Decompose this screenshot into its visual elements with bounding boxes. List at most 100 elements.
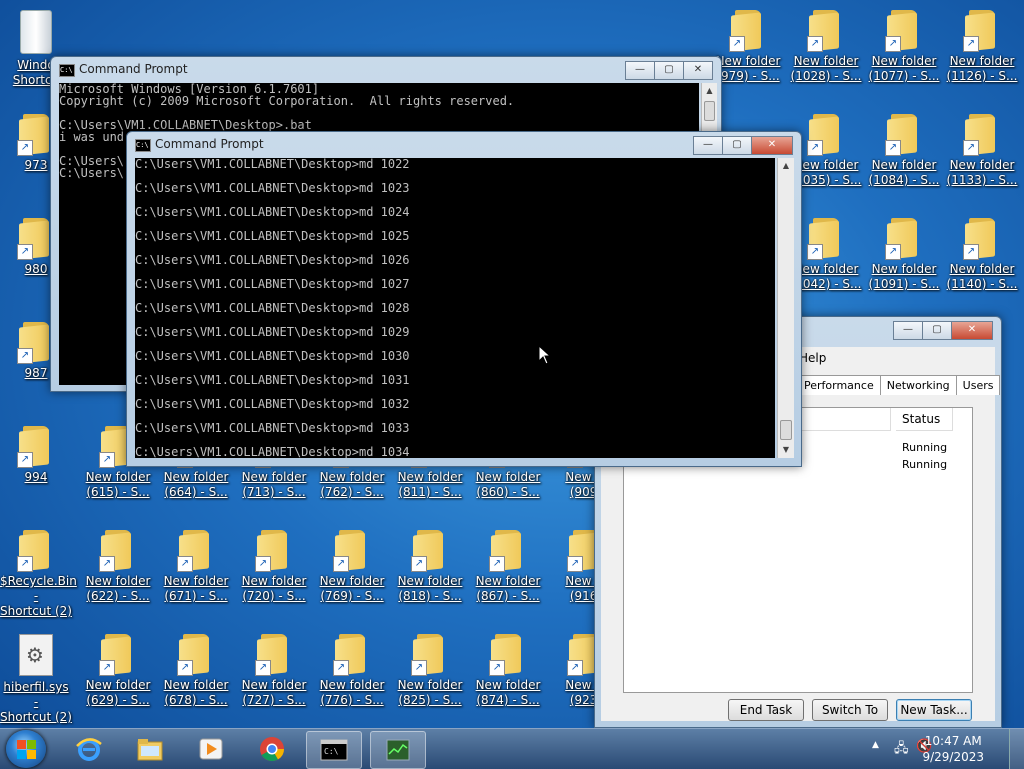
close-button[interactable]: ✕ xyxy=(751,136,793,155)
desktop-icon[interactable]: ↗ New folder (1126) - S... xyxy=(946,4,1018,104)
system-file-icon xyxy=(19,634,53,676)
folder-shortcut-icon: ↗ xyxy=(255,634,291,676)
desktop-icon[interactable]: ↗ New folder (979) - S... xyxy=(712,4,784,104)
desktop-icon[interactable]: ↗ New folder (818) - S... xyxy=(394,524,466,624)
console-line: C:\Users\VM1.COLLABNET\Desktop>.bat xyxy=(59,118,312,132)
folder-shortcut-icon: ↗ xyxy=(99,530,135,572)
desktop-icon[interactable]: ↗ New folder (1077) - S... xyxy=(868,4,940,104)
taskbar-command-prompt[interactable]: C:\ xyxy=(306,731,362,769)
chrome-icon xyxy=(260,737,284,762)
folder-shortcut-icon: ↗ xyxy=(177,530,213,572)
desktop-icon[interactable]: ↗ New folder (629) - S... xyxy=(82,628,154,728)
desktop-icon[interactable]: ↗ New folder (1133) - S... xyxy=(946,108,1018,208)
folder-shortcut-icon: ↗ xyxy=(729,10,765,52)
column-status[interactable]: Status xyxy=(896,408,953,431)
desktop-icon[interactable]: ↗ New folder (825) - S... xyxy=(394,628,466,728)
desktop-icon[interactable]: ↗ New folder (1091) - S... xyxy=(868,212,940,312)
scroll-up-icon[interactable]: ▲ xyxy=(778,158,794,174)
maximize-button[interactable]: ▢ xyxy=(654,61,684,80)
show-hidden-icons-icon[interactable]: ▲ xyxy=(872,740,879,750)
folder-shortcut-icon: ↗ xyxy=(333,530,369,572)
menu-help[interactable]: Help xyxy=(799,351,826,365)
clock-date: 9/29/2023 xyxy=(922,750,984,764)
desktop-icon-label: 994 xyxy=(24,470,48,484)
console-line: C:\Users\VM1.COLLABNET\Desktop>md 1033 xyxy=(135,421,410,435)
minimize-button[interactable]: — xyxy=(625,61,655,80)
desktop-icon[interactable]: hiberfil.sys - Shortcut (2) xyxy=(0,628,72,728)
status-cell: Running xyxy=(902,441,948,454)
desktop-icon-label: New folder (629) - S... xyxy=(85,678,151,707)
command-prompt-window-front[interactable]: C:\ Command Prompt — ▢ ✕ C:\Users\VM1.CO… xyxy=(126,131,802,467)
desktop-icon[interactable]: ↗ New folder (720) - S... xyxy=(238,524,310,624)
scroll-up-icon[interactable]: ▲ xyxy=(702,83,717,99)
desktop-icon[interactable]: ↗ New folder (1028) - S... xyxy=(790,4,862,104)
task-manager-icon xyxy=(386,739,410,761)
close-button[interactable]: ✕ xyxy=(951,321,993,340)
scroll-down-icon[interactable]: ▼ xyxy=(778,442,794,458)
taskbar-file-explorer[interactable] xyxy=(123,731,177,767)
new-task-button[interactable]: New Task... xyxy=(896,699,972,721)
tab-networking[interactable]: Networking xyxy=(879,375,957,395)
folder-shortcut-icon: ↗ xyxy=(99,634,135,676)
scroll-thumb[interactable] xyxy=(780,420,792,440)
desktop-icon[interactable]: ↗ New folder (622) - S... xyxy=(82,524,154,624)
command-prompt-titlebar[interactable]: C:\ Command Prompt — ▢ ✕ xyxy=(51,57,721,83)
folder-shortcut-icon: ↗ xyxy=(963,114,999,156)
desktop-icon[interactable]: ↗ 994 xyxy=(0,420,72,520)
taskbar: C:\ ▲ 🖧 🔇 10:47 AM 9/29/2023 xyxy=(0,728,1024,769)
desktop-icon[interactable]: ↗ New folder (671) - S... xyxy=(160,524,232,624)
end-task-button[interactable]: End Task xyxy=(728,699,804,721)
desktop-icon[interactable]: ↗ New folder (678) - S... xyxy=(160,628,232,728)
desktop-icon-label: New folder (1077) - S... xyxy=(868,54,940,83)
console-line: C:\Users\VM1.COLLABNET\Desktop>md 1034 xyxy=(135,445,410,458)
maximize-button[interactable]: ▢ xyxy=(922,321,952,340)
taskbar-task-manager[interactable] xyxy=(370,731,426,769)
command-prompt-titlebar[interactable]: C:\ Command Prompt — ▢ ✕ xyxy=(127,132,801,158)
scrollbar[interactable]: ▲ ▼ xyxy=(777,158,794,458)
desktop-icon-label: New folder (713) - S... xyxy=(241,470,307,499)
desktop-icon[interactable]: ↗ New folder (1140) - S... xyxy=(946,212,1018,312)
desktop-icon-label: New folder (1091) - S... xyxy=(868,262,940,291)
folder-icon xyxy=(137,739,163,761)
tab-users[interactable]: Users xyxy=(955,375,1001,395)
desktop-icon-label: New folder (1133) - S... xyxy=(946,158,1018,187)
scroll-thumb[interactable] xyxy=(704,101,715,121)
close-button[interactable]: ✕ xyxy=(683,61,713,80)
minimize-button[interactable]: — xyxy=(693,136,723,155)
switch-to-button[interactable]: Switch To xyxy=(812,699,888,721)
console-line: C:\Users\VM1.COLLABNET\Desktop>md 1032 xyxy=(135,397,410,411)
console-line: C:\Users\VM1.COLLABNET\Desktop>md 1024 xyxy=(135,205,410,219)
window-controls: — ▢ ✕ xyxy=(693,136,793,155)
show-desktop-button[interactable] xyxy=(1009,729,1024,769)
clock[interactable]: 10:47 AM 9/29/2023 xyxy=(922,733,984,765)
cmd-icon: C:\ xyxy=(59,64,75,77)
window-title: Command Prompt xyxy=(79,62,188,76)
window-controls: — ▢ ✕ xyxy=(625,61,713,80)
cmd-icon: C:\ xyxy=(135,139,151,152)
desktop-icon[interactable]: ↗ New folder (769) - S... xyxy=(316,524,388,624)
minimize-button[interactable]: — xyxy=(893,321,923,340)
tab-performance[interactable]: Performance xyxy=(797,375,881,395)
taskbar-internet-explorer[interactable] xyxy=(62,731,116,767)
console-output[interactable]: C:\Users\VM1.COLLABNET\Desktop>md 1022 C… xyxy=(135,158,775,458)
desktop-icon[interactable]: ↗ New folder (874) - S... xyxy=(472,628,544,728)
command-prompt-icon: C:\ xyxy=(320,739,348,761)
network-icon[interactable]: 🖧 xyxy=(894,739,909,761)
clock-time: 10:47 AM xyxy=(924,734,982,748)
desktop-icon[interactable]: ↗ New folder (867) - S... xyxy=(472,524,544,624)
desktop-icon[interactable]: ↗ New folder (1084) - S... xyxy=(868,108,940,208)
folder-shortcut-icon: ↗ xyxy=(177,634,213,676)
desktop-icon[interactable]: ↗ New folder (776) - S... xyxy=(316,628,388,728)
desktop-icon[interactable]: ↗ $Recycle.Bin - Shortcut (2) xyxy=(0,524,77,624)
console-line: C:\Users\VM1.COLLABNET\Desktop>md 1030 xyxy=(135,349,410,363)
folder-shortcut-icon: ↗ xyxy=(885,218,921,260)
folder-shortcut-icon: ↗ xyxy=(17,426,53,468)
taskbar-media-player[interactable] xyxy=(184,731,238,767)
start-button[interactable] xyxy=(6,730,46,768)
media-player-icon xyxy=(199,738,223,760)
desktop-icon[interactable]: ↗ New folder (727) - S... xyxy=(238,628,310,728)
console-line: Copyright (c) 2009 Microsoft Corporation… xyxy=(59,94,515,108)
folder-shortcut-icon: ↗ xyxy=(411,530,447,572)
maximize-button[interactable]: ▢ xyxy=(722,136,752,155)
taskbar-chrome[interactable] xyxy=(245,731,299,767)
